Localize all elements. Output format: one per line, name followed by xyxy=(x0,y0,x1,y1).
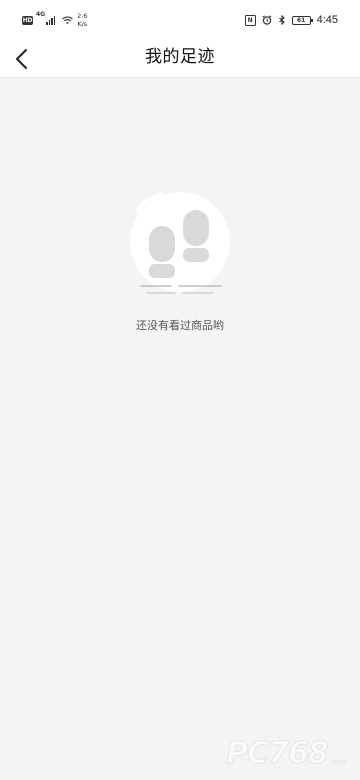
nav-bar: 我的足迹 xyxy=(0,40,360,78)
signal-icon xyxy=(46,15,56,25)
page-title: 我的足迹 xyxy=(145,47,215,67)
wifi-icon xyxy=(62,16,73,25)
network-speed: 2.6 K/s xyxy=(77,12,87,28)
status-clock: 4:45 xyxy=(316,14,338,26)
status-bar: HD 4G 2.6 K/s N 61 4:45 xyxy=(0,0,360,40)
status-bar-left: HD 4G 2.6 K/s xyxy=(22,11,87,29)
watermark: PC768 .com xyxy=(226,736,346,771)
alarm-icon xyxy=(262,15,272,25)
speed-unit: K/s xyxy=(77,20,88,28)
nfc-icon: N xyxy=(244,14,256,26)
hd-icon: HD xyxy=(22,15,33,25)
battery-icon: 61 xyxy=(291,15,313,25)
watermark-logo: PC768 xyxy=(226,736,330,771)
watermark-suffix: .com xyxy=(328,758,346,766)
network-type-label: 4G xyxy=(36,11,46,18)
status-bar-right: N 61 4:45 xyxy=(244,11,338,29)
bluetooth-icon xyxy=(278,15,285,25)
empty-message: 还没有看过商品哟 xyxy=(136,319,224,332)
screen: HD 4G 2.6 K/s N 61 4:45 我的足迹 还没有看过商品哟 PC… xyxy=(0,0,360,780)
footprints-icon xyxy=(130,192,230,294)
speed-value: 2.6 xyxy=(77,12,88,20)
